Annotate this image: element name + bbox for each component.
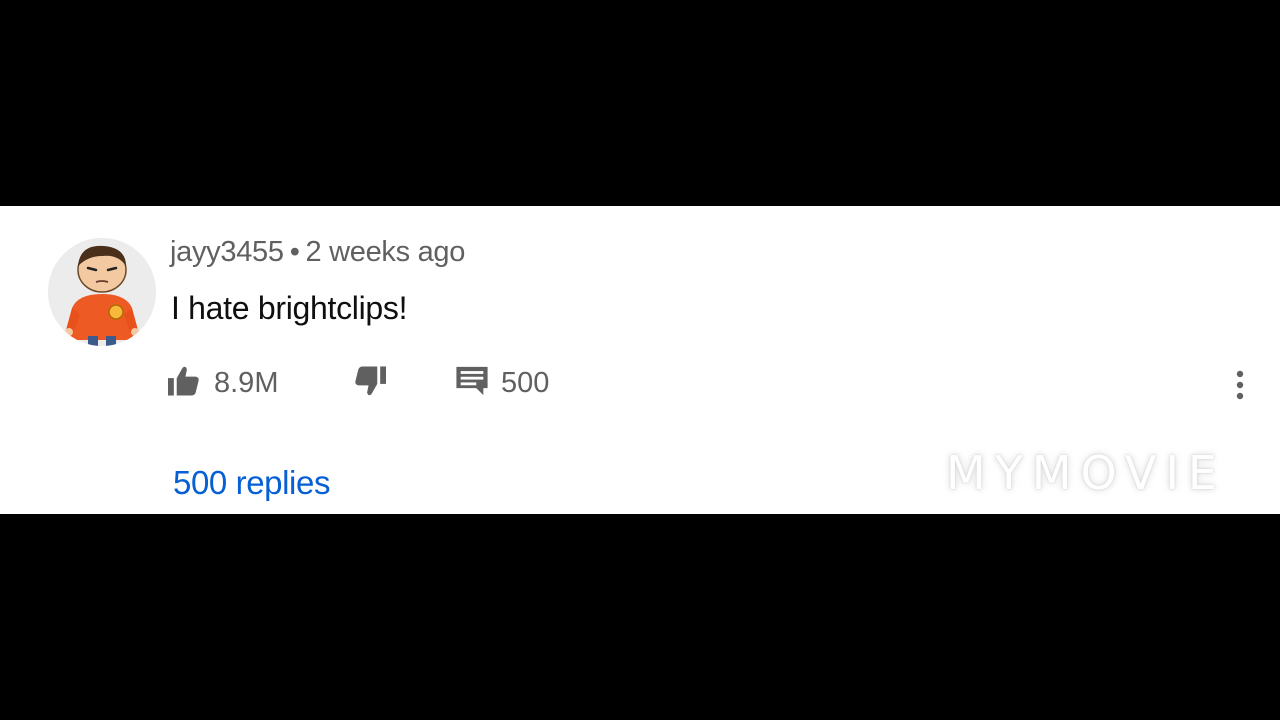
comment-timestamp: 2 weeks ago bbox=[305, 236, 466, 268]
comment-icon bbox=[455, 365, 489, 402]
more-options-button[interactable] bbox=[1226, 368, 1254, 402]
thumbs-up-icon bbox=[166, 365, 202, 402]
more-vertical-icon bbox=[1226, 370, 1254, 406]
avatar[interactable] bbox=[48, 238, 156, 346]
comment-card: jayy3455 • 2 weeks ago I hate brightclips!… bbox=[0, 206, 1280, 514]
like-count: 8.9M bbox=[214, 366, 279, 399]
meta-separator: • bbox=[289, 236, 300, 268]
reply-button[interactable]: 500 bbox=[455, 361, 549, 405]
thumbs-down-icon bbox=[352, 365, 388, 402]
view-replies-link[interactable]: 500 replies bbox=[173, 464, 330, 502]
comment-meta: jayy3455 • 2 weeks ago bbox=[170, 236, 465, 269]
comment-body: I hate brightclips! bbox=[171, 290, 408, 326]
author-name[interactable]: jayy3455 bbox=[170, 236, 284, 268]
like-button[interactable]: 8.9M bbox=[166, 361, 278, 405]
dislike-button[interactable] bbox=[352, 361, 388, 405]
video-frame: jayy3455 • 2 weeks ago I hate brightclips!… bbox=[0, 0, 1280, 720]
reply-count: 500 bbox=[501, 366, 550, 399]
cartoon-avatar-image bbox=[48, 238, 156, 346]
watermark: MYMOVIE bbox=[946, 446, 1226, 500]
